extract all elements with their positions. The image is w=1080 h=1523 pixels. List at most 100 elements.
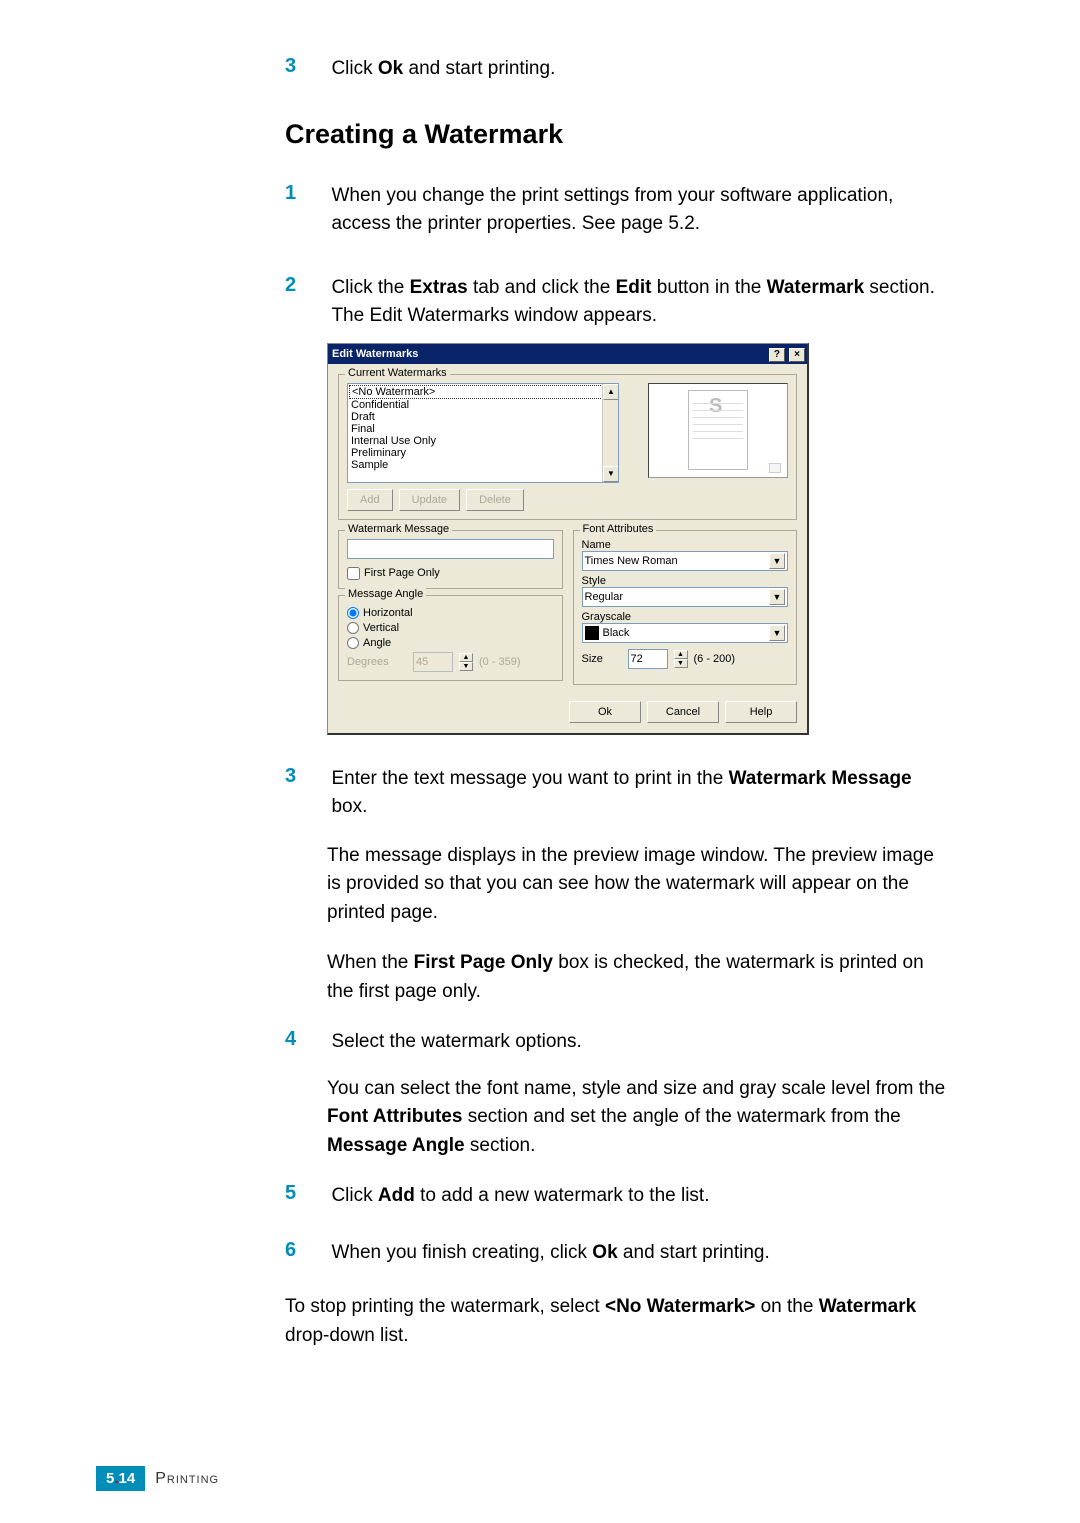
list-item[interactable]: Preliminary bbox=[349, 447, 617, 459]
text: section and set the angle of the waterma… bbox=[462, 1106, 900, 1127]
checkbox-label: First Page Only bbox=[364, 567, 440, 579]
edit-watermarks-dialog: Edit Watermarks ? × Current Watermarks <… bbox=[327, 343, 809, 735]
step-text: When you change the print settings from … bbox=[331, 182, 951, 239]
spin-down-icon[interactable]: ▼ bbox=[674, 659, 688, 668]
delete-button[interactable]: Delete bbox=[466, 489, 524, 511]
bold: Watermark Message bbox=[729, 768, 912, 789]
combo-value: Black bbox=[603, 627, 630, 639]
text: Click bbox=[331, 58, 377, 79]
chevron-down-icon[interactable]: ▼ bbox=[769, 589, 785, 605]
close-titlebar-button[interactable]: × bbox=[789, 348, 805, 362]
list-item[interactable]: Final bbox=[349, 423, 617, 435]
step-3: 3 Enter the text message you want to pri… bbox=[285, 765, 960, 822]
list-item[interactable]: Sample bbox=[349, 459, 617, 471]
text: Enter the text message you want to print… bbox=[331, 768, 728, 789]
degrees-range: (0 - 359) bbox=[479, 656, 521, 668]
scroll-up-icon[interactable]: ▲ bbox=[603, 384, 619, 400]
spin-down-icon[interactable]: ▼ bbox=[459, 662, 473, 671]
group-legend: Font Attributes bbox=[580, 523, 657, 535]
group-legend: Message Angle bbox=[345, 588, 426, 600]
ok-button[interactable]: Ok bbox=[569, 701, 641, 723]
step-5: 5 Click Add to add a new watermark to th… bbox=[285, 1182, 960, 1211]
text: and start printing. bbox=[403, 58, 555, 79]
text: button in the bbox=[651, 277, 766, 298]
grayscale-label: Grayscale bbox=[582, 611, 789, 623]
preview-pane bbox=[648, 383, 788, 478]
chevron-down-icon[interactable]: ▼ bbox=[769, 553, 785, 569]
vertical-radio[interactable]: Vertical bbox=[347, 622, 554, 634]
page-number: 14 bbox=[119, 1470, 136, 1487]
heading-creating-watermark: Creating a Watermark bbox=[285, 119, 960, 150]
watermark-message-input[interactable] bbox=[347, 539, 554, 559]
step-text: Click Add to add a new watermark to the … bbox=[331, 1182, 951, 1211]
step-number: 1 bbox=[285, 182, 327, 205]
font-style-combo[interactable]: Regular▼ bbox=[582, 587, 789, 607]
angle-radio[interactable]: Angle bbox=[347, 637, 554, 649]
font-name-combo[interactable]: Times New Roman▼ bbox=[582, 551, 789, 571]
help-titlebar-button[interactable]: ? bbox=[769, 348, 785, 362]
step-text: Select the watermark options. bbox=[331, 1028, 951, 1057]
step-text: Click Ok and start printing. bbox=[331, 55, 951, 84]
bold: Extras bbox=[410, 277, 468, 298]
chevron-down-icon[interactable]: ▼ bbox=[769, 625, 785, 641]
help-button[interactable]: Help bbox=[725, 701, 797, 723]
update-button[interactable]: Update bbox=[399, 489, 460, 511]
orientation-icon bbox=[769, 463, 781, 473]
bold: <No Watermark> bbox=[605, 1296, 755, 1317]
text: When the bbox=[327, 952, 414, 973]
horizontal-radio[interactable]: Horizontal bbox=[347, 607, 554, 619]
text: Click bbox=[331, 1185, 377, 1206]
step-number: 4 bbox=[285, 1028, 327, 1051]
radio[interactable] bbox=[347, 622, 359, 634]
text: box. bbox=[331, 796, 367, 817]
text: and start printing. bbox=[618, 1242, 770, 1263]
text: on the bbox=[755, 1296, 818, 1317]
cancel-button[interactable]: Cancel bbox=[647, 701, 719, 723]
spin-buttons[interactable]: ▲▼ bbox=[459, 653, 473, 671]
watermark-message-group: Watermark Message First Page Only bbox=[338, 530, 563, 589]
text: section. bbox=[465, 1135, 536, 1156]
list-item[interactable]: <No Watermark> bbox=[349, 385, 617, 399]
page-number-badge: 5.14 bbox=[96, 1466, 145, 1491]
checkbox[interactable] bbox=[347, 567, 360, 580]
radio-label: Vertical bbox=[363, 622, 399, 634]
step-number: 6 bbox=[285, 1239, 327, 1262]
spin-value: 72 bbox=[631, 653, 643, 665]
text: To stop printing the watermark, select bbox=[285, 1296, 605, 1317]
step-text: When you finish creating, click Ok and s… bbox=[331, 1239, 951, 1268]
step-number: 5 bbox=[285, 1182, 327, 1205]
titlebar: Edit Watermarks ? × bbox=[328, 344, 807, 364]
radio[interactable] bbox=[347, 607, 359, 619]
radio-label: Angle bbox=[363, 637, 391, 649]
size-range: (6 - 200) bbox=[694, 653, 736, 665]
list-item[interactable]: Draft bbox=[349, 411, 617, 423]
paragraph: To stop printing the watermark, select <… bbox=[285, 1293, 945, 1350]
step-2: 2 Click the Extras tab and click the Edi… bbox=[285, 274, 960, 331]
step-1: 1 When you change the print settings fro… bbox=[285, 182, 960, 239]
spin-buttons[interactable]: ▲▼ bbox=[674, 650, 688, 668]
spin-up-icon[interactable]: ▲ bbox=[459, 653, 473, 662]
first-page-only-checkbox[interactable]: First Page Only bbox=[347, 567, 554, 580]
group-legend: Watermark Message bbox=[345, 523, 452, 535]
radio[interactable] bbox=[347, 637, 359, 649]
current-watermarks-group: Current Watermarks <No Watermark> Confid… bbox=[338, 374, 797, 520]
color-swatch-icon bbox=[585, 626, 599, 640]
style-label: Style bbox=[582, 575, 789, 587]
scrollbar[interactable]: ▲ ▼ bbox=[602, 384, 618, 482]
watermark-listbox[interactable]: <No Watermark> Confidential Draft Final … bbox=[347, 383, 619, 483]
grayscale-combo[interactable]: Black ▼ bbox=[582, 623, 789, 643]
size-spinbox[interactable]: 72 bbox=[628, 649, 668, 669]
spin-value: 45 bbox=[416, 656, 428, 668]
add-button[interactable]: Add bbox=[347, 489, 393, 511]
size-label: Size bbox=[582, 653, 622, 665]
step-text: Enter the text message you want to print… bbox=[331, 765, 951, 822]
scroll-down-icon[interactable]: ▼ bbox=[603, 466, 619, 482]
bold: Ok bbox=[592, 1242, 617, 1263]
step-3-top: 3 Click Ok and start printing. bbox=[285, 55, 960, 84]
step-number: 3 bbox=[285, 765, 327, 788]
dialog-title: Edit Watermarks bbox=[332, 344, 418, 364]
list-item[interactable]: Internal Use Only bbox=[349, 435, 617, 447]
paragraph: The message displays in the preview imag… bbox=[327, 842, 947, 928]
spin-up-icon[interactable]: ▲ bbox=[674, 650, 688, 659]
list-item[interactable]: Confidential bbox=[349, 399, 617, 411]
